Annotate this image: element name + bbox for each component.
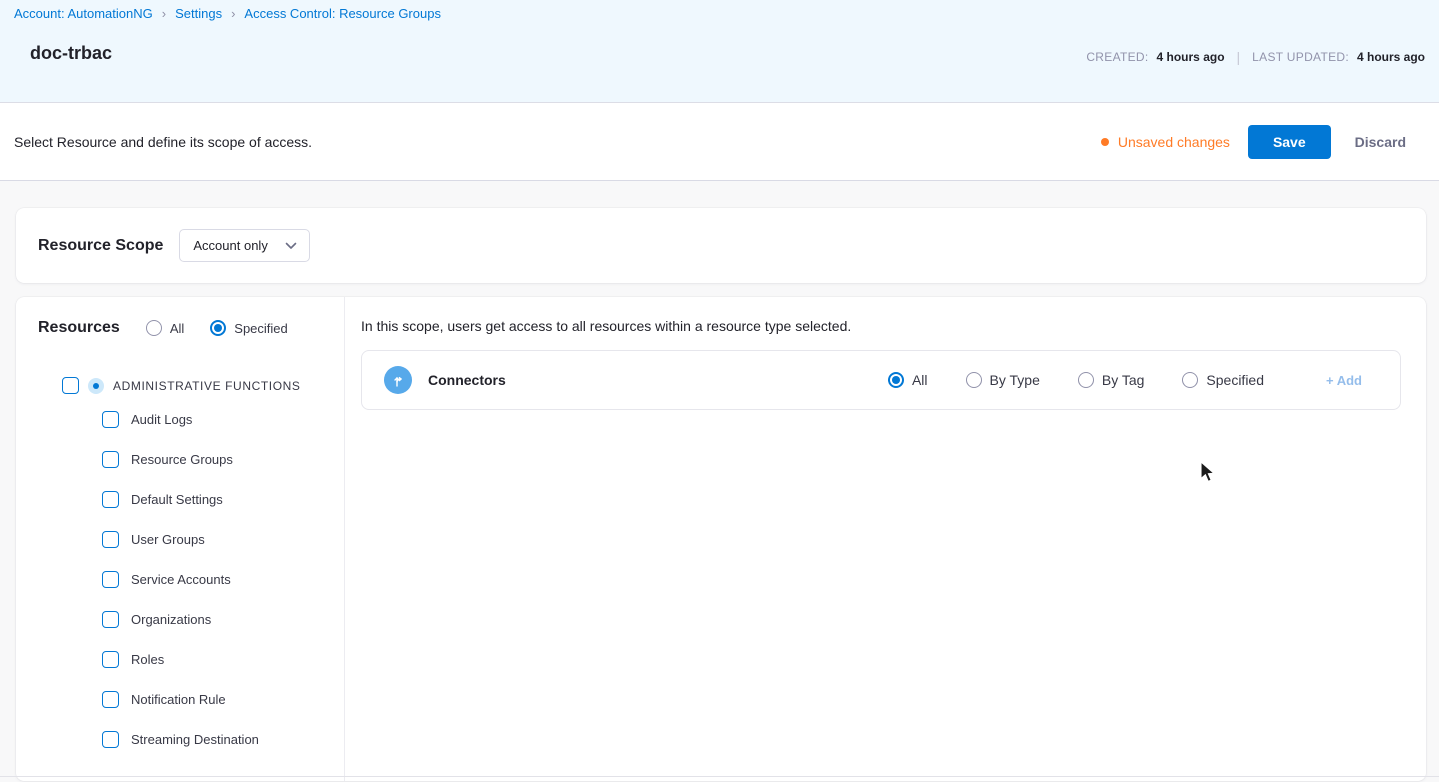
checkbox[interactable] xyxy=(102,651,119,668)
add-resources-link[interactable]: + Add xyxy=(1326,373,1362,388)
connectors-all-radio[interactable]: All xyxy=(888,372,928,388)
resource-name: Connectors xyxy=(428,372,506,388)
resources-header: Resources All Specified xyxy=(16,319,344,337)
resources-all-label: All xyxy=(170,321,184,336)
list-item-label: Streaming Destination xyxy=(131,732,259,747)
checkbox[interactable] xyxy=(102,491,119,508)
save-button[interactable]: Save xyxy=(1248,125,1331,159)
last-updated-label: LAST UPDATED: xyxy=(1252,50,1349,64)
checkbox[interactable] xyxy=(102,531,119,548)
created-label: CREATED: xyxy=(1086,50,1148,64)
connectors-by-type-label: By Type xyxy=(990,372,1040,388)
list-item-default-settings[interactable]: Default Settings xyxy=(16,479,344,519)
resources-card: Resources All Specified ADMINISTRATIVE F… xyxy=(16,297,1426,781)
unsaved-changes-indicator: Unsaved changes xyxy=(1101,134,1230,150)
resources-main-pane: In this scope, users get access to all r… xyxy=(345,297,1426,781)
list-item-audit-logs[interactable]: Audit Logs xyxy=(16,399,344,439)
connectors-access-options: All By Type By Tag Specified + Add xyxy=(888,372,1362,388)
breadcrumb-access-control-link[interactable]: Access Control: Resource Groups xyxy=(244,6,441,21)
resource-scope-dropdown-value: Account only xyxy=(193,238,267,253)
list-item-label: Notification Rule xyxy=(131,692,226,707)
action-toolbar: Select Resource and define its scope of … xyxy=(0,103,1439,181)
radio-icon xyxy=(1078,372,1094,388)
created-value: 4 hours ago xyxy=(1157,50,1225,64)
checkbox[interactable] xyxy=(102,451,119,468)
discard-button[interactable]: Discard xyxy=(1349,125,1412,159)
resources-sidebar: Resources All Specified ADMINISTRATIVE F… xyxy=(16,297,345,781)
toolbar-actions: Unsaved changes Save Discard xyxy=(1101,125,1412,159)
connectors-all-label: All xyxy=(912,372,928,388)
list-item-notification-rule[interactable]: Notification Rule xyxy=(16,679,344,719)
checkbox[interactable] xyxy=(102,731,119,748)
connectors-specified-label: Specified xyxy=(1206,372,1264,388)
connectors-by-tag-label: By Tag xyxy=(1102,372,1145,388)
resources-all-radio[interactable]: All xyxy=(146,320,184,336)
meta-divider: | xyxy=(1237,49,1241,65)
connectors-by-type-radio[interactable]: By Type xyxy=(966,372,1040,388)
list-item-label: Audit Logs xyxy=(131,412,192,427)
checkbox[interactable] xyxy=(102,571,119,588)
breadcrumb-settings-link[interactable]: Settings xyxy=(175,6,222,21)
list-item-label: Organizations xyxy=(131,612,211,627)
connectors-row: Connectors All By Type By Tag xyxy=(361,350,1401,410)
last-updated-value: 4 hours ago xyxy=(1357,50,1425,64)
breadcrumb-account-link[interactable]: Account: AutomationNG xyxy=(14,6,153,21)
content-area: Resource Scope Account only Resources Al… xyxy=(0,181,1439,781)
unsaved-dot-icon xyxy=(1101,138,1109,146)
resource-scope-dropdown[interactable]: Account only xyxy=(179,229,310,262)
chevron-down-icon xyxy=(285,242,297,250)
radio-checked-icon xyxy=(888,372,904,388)
connectors-icon xyxy=(384,366,412,394)
list-item-streaming-destination[interactable]: Streaming Destination xyxy=(16,719,344,759)
breadcrumb-separator-icon: › xyxy=(231,6,235,21)
radio-icon xyxy=(966,372,982,388)
connectors-specified-radio[interactable]: Specified xyxy=(1182,372,1264,388)
list-item-user-groups[interactable]: User Groups xyxy=(16,519,344,559)
radio-icon xyxy=(146,320,162,336)
bottom-divider xyxy=(0,776,1439,777)
checkbox[interactable] xyxy=(62,377,79,394)
resource-scope-title: Resource Scope xyxy=(38,237,163,255)
list-item-label: Default Settings xyxy=(131,492,223,507)
breadcrumb: Account: AutomationNG › Settings › Acces… xyxy=(0,0,1439,21)
list-item-label: Service Accounts xyxy=(131,572,231,587)
breadcrumb-separator-icon: › xyxy=(162,6,166,21)
checkbox[interactable] xyxy=(102,691,119,708)
list-item-label: Resource Groups xyxy=(131,452,233,467)
resource-scope-card: Resource Scope Account only xyxy=(16,208,1426,283)
checkbox[interactable] xyxy=(102,411,119,428)
scope-description: In this scope, users get access to all r… xyxy=(361,318,1401,334)
list-item-resource-groups[interactable]: Resource Groups xyxy=(16,439,344,479)
unsaved-changes-label: Unsaved changes xyxy=(1118,134,1230,150)
list-item-label: User Groups xyxy=(131,532,205,547)
radio-icon xyxy=(1182,372,1198,388)
header-meta: CREATED: 4 hours ago | LAST UPDATED: 4 h… xyxy=(1086,49,1425,65)
page-title: doc-trbac xyxy=(30,43,112,64)
checkbox[interactable] xyxy=(102,611,119,628)
resources-specified-label: Specified xyxy=(234,321,287,336)
administrative-functions-icon xyxy=(88,378,104,394)
list-item-label: Roles xyxy=(131,652,164,667)
page-header: Account: AutomationNG › Settings › Acces… xyxy=(0,0,1439,103)
list-item-roles[interactable]: Roles xyxy=(16,639,344,679)
resource-type-list: Audit Logs Resource Groups Default Setti… xyxy=(16,399,344,759)
resource-group-administrative-functions[interactable]: ADMINISTRATIVE FUNCTIONS xyxy=(62,377,344,394)
radio-checked-icon xyxy=(210,320,226,336)
resources-title: Resources xyxy=(38,319,120,337)
list-item-service-accounts[interactable]: Service Accounts xyxy=(16,559,344,599)
group-label: ADMINISTRATIVE FUNCTIONS xyxy=(113,379,301,393)
connectors-by-tag-radio[interactable]: By Tag xyxy=(1078,372,1145,388)
toolbar-description: Select Resource and define its scope of … xyxy=(14,134,312,150)
list-item-organizations[interactable]: Organizations xyxy=(16,599,344,639)
resources-specified-radio[interactable]: Specified xyxy=(210,320,287,336)
